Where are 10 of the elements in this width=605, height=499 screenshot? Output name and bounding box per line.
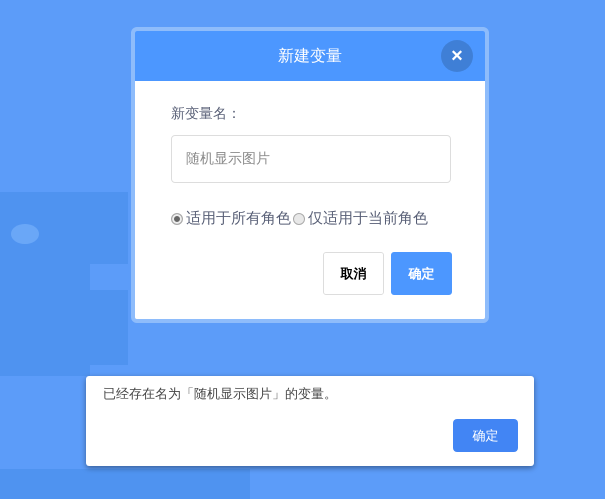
field-label: 新变量名： (171, 105, 242, 123)
variable-name-field[interactable]: 随机显示图片 (171, 135, 451, 183)
scope-radio[interactable]: 适用于所有角色 (171, 209, 291, 228)
alert-message: 已经存在名为「随机显示图片」的变量。 (103, 386, 338, 403)
close-button[interactable]: × (441, 40, 473, 72)
ok-button[interactable]: 确定 (453, 419, 518, 452)
dialog-title: 新建变量 (278, 46, 342, 66)
scope-radio[interactable]: 仅适用于当前角色 (293, 209, 428, 228)
confirm-button[interactable]: 确定 (391, 252, 452, 295)
cancel-button[interactable]: 取消 (323, 252, 384, 295)
